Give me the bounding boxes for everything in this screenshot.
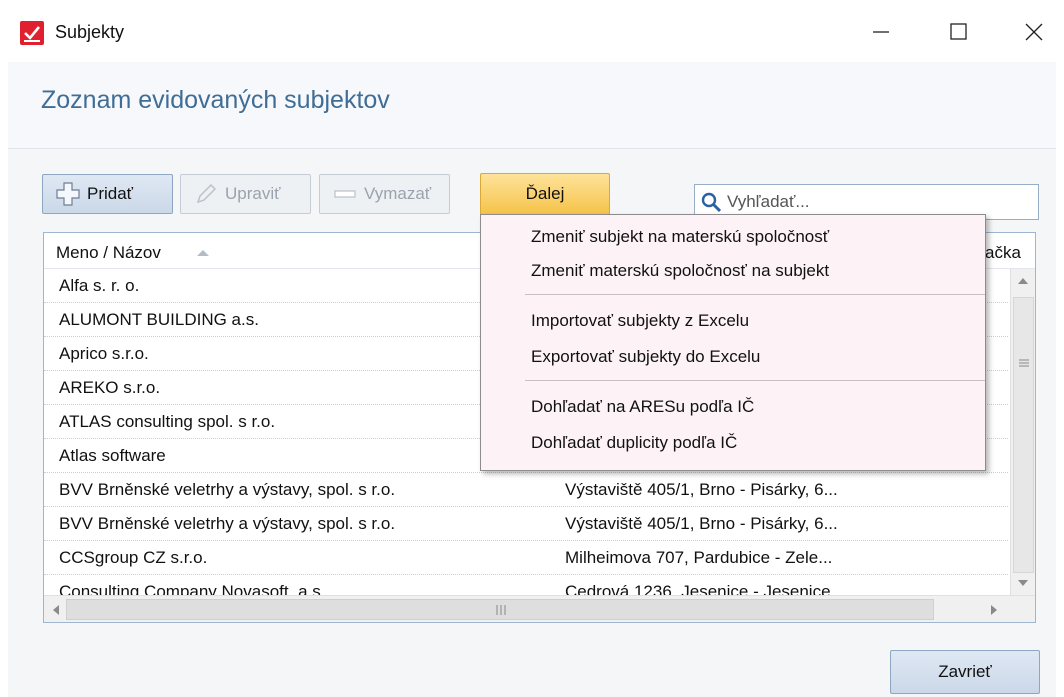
cell-name: ALUMONT BUILDING a.s. [59,310,259,329]
cell-name: ATLAS consulting spol. s r.o. [59,412,276,431]
menu-item-import-excel[interactable]: Importovať subjekty z Excelu [531,311,749,331]
add-button-label: Pridať [87,184,134,203]
close-window-button[interactable] [1011,14,1057,50]
menu-item-export-excel[interactable]: Exportovať subjekty do Excelu [531,347,760,367]
more-dropdown-menu: Zmeniť subjekt na materskú spoločnosť Zm… [480,214,986,471]
horizontal-scrollbar[interactable] [44,595,1035,622]
table-row[interactable]: CCSgroup CZ s.r.o. Milheimova 707, Pardu… [44,541,1008,575]
maximize-icon [950,23,967,40]
scroll-up-arrow-icon[interactable] [1017,277,1029,285]
menu-item-subject-to-parent[interactable]: Zmeniť subjekt na materskú spoločnosť [531,227,829,247]
cell-name: CCSgroup CZ s.r.o. [59,548,208,567]
scroll-down-arrow-icon[interactable] [1017,579,1029,587]
cell-address: Výstaviště 405/1, Brno - Pisárky, 6... [565,514,838,533]
search-icon [701,192,722,213]
grip-icon [1019,359,1029,367]
edit-button-label: Upraviť [225,184,281,203]
cell-address: Milheimova 707, Pardubice - Zele... [565,548,833,567]
vertical-scrollbar[interactable] [1010,269,1035,595]
cell-address: Výstaviště 405/1, Brno - Pisárky, 6... [565,480,838,499]
sort-ascending-icon [197,250,209,256]
column-header-name[interactable]: Meno / Názov [56,243,161,263]
app-logo-icon [20,21,44,45]
more-button[interactable]: Ďalej [480,173,610,215]
table-row[interactable]: Consulting Company Novasoft, a.s. Cedrov… [44,575,1008,595]
window-title: Subjekty [55,22,125,42]
close-button[interactable]: Zavrieť [890,650,1040,694]
delete-button[interactable]: Vymazať [319,174,450,214]
cell-name: Consulting Company Novasoft, a.s. [59,582,326,595]
header-panel: Zoznam evidovaných subjektov [8,62,1056,148]
minimize-icon [873,31,889,33]
search-input[interactable] [725,190,1025,214]
cell-name: Atlas software [59,446,166,465]
close-icon [1025,23,1043,41]
menu-item-find-duplicates[interactable]: Dohľadať duplicity podľa IČ [531,433,737,453]
horizontal-scroll-thumb[interactable] [66,599,934,620]
scroll-left-arrow-icon[interactable] [52,604,60,616]
column-header-partial[interactable]: ačka [985,243,1021,263]
cell-name: Aprico s.r.o. [59,344,149,363]
title-bar: Subjekty [0,0,1064,62]
cell-name: Alfa s. r. o. [59,276,140,295]
maximize-button[interactable] [935,14,981,50]
table-row[interactable]: BVV Brněnské veletrhy a výstavy, spol. s… [44,473,1008,507]
grip-icon [496,605,506,615]
menu-separator [525,380,985,381]
pencil-icon [193,181,219,207]
table-row[interactable]: BVV Brněnské veletrhy a výstavy, spol. s… [44,507,1008,541]
add-button[interactable]: Pridať [42,174,173,214]
page-title: Zoznam evidovaných subjektov [41,86,390,114]
cell-name: BVV Brněnské veletrhy a výstavy, spol. s… [59,514,396,533]
cell-name: BVV Brněnské veletrhy a výstavy, spol. s… [59,480,396,499]
menu-item-lookup-ares[interactable]: Dohľadať na ARESu podľa IČ [531,397,754,417]
cell-name: AREKO s.r.o. [59,378,161,397]
delete-button-label: Vymazať [364,184,432,203]
minimize-button[interactable] [858,14,904,50]
cell-address: Cedrová 1236, Jesenice - Jesenice... [565,582,845,595]
vertical-scroll-thumb[interactable] [1013,297,1034,573]
edit-button[interactable]: Upraviť [180,174,311,214]
more-button-label: Ďalej [525,184,565,203]
menu-separator [525,294,985,295]
minus-icon [332,181,358,207]
scroll-right-arrow-icon[interactable] [990,604,998,616]
plus-icon [55,181,81,207]
close-button-label: Zavrieť [938,662,992,681]
menu-item-parent-to-subject[interactable]: Zmeniť materskú spoločnosť na subjekt [531,261,829,281]
